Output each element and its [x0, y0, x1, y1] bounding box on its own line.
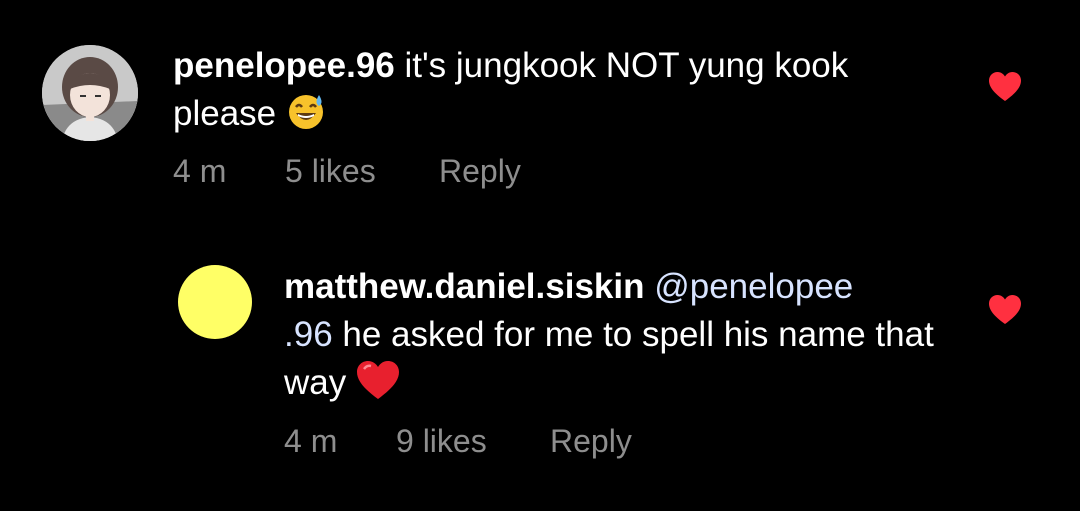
- sweat-smile-emoji: [286, 91, 326, 144]
- likes-count[interactable]: 9 likes: [396, 423, 487, 460]
- heart-icon[interactable]: [989, 72, 1021, 102]
- avatar[interactable]: [42, 45, 138, 141]
- red-heart-emoji: [356, 360, 400, 413]
- mention-link[interactable]: @penelopee: [654, 267, 853, 306]
- timestamp: 4 m: [173, 153, 227, 189]
- reply-button[interactable]: Reply: [439, 153, 521, 190]
- avatar-illustration: [42, 45, 138, 141]
- mention-link-cont[interactable]: .96: [284, 315, 333, 354]
- likes-count[interactable]: 5 likes: [285, 153, 376, 190]
- username[interactable]: penelopee.96: [173, 46, 395, 85]
- heart-icon[interactable]: [989, 295, 1021, 325]
- timestamp: 4 m: [284, 423, 338, 459]
- comment-text: matthew.daniel.siskin @penelopee .96 he a…: [284, 263, 964, 413]
- username[interactable]: matthew.daniel.siskin: [284, 267, 644, 306]
- reply-button[interactable]: Reply: [550, 423, 632, 460]
- avatar[interactable]: [178, 265, 252, 339]
- comment-text: penelopee.96 it's jungkook NOT yung kook…: [173, 42, 953, 144]
- reply-comment: matthew.daniel.siskin @penelopee .96 he a…: [0, 240, 1080, 500]
- comment: penelopee.96 it's jungkook NOT yung kook…: [0, 0, 1080, 230]
